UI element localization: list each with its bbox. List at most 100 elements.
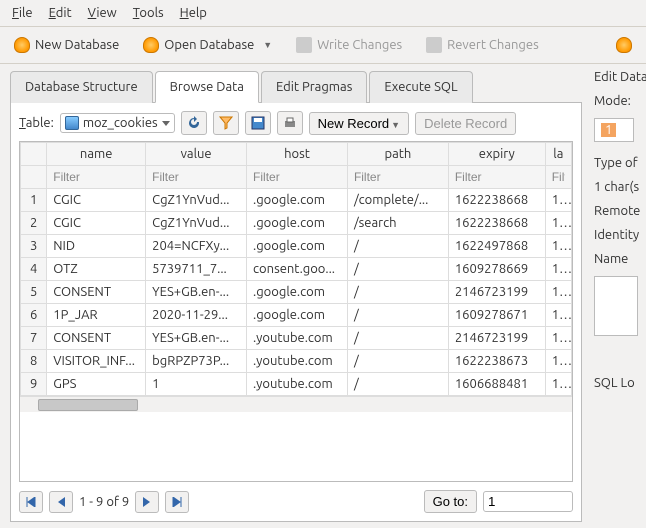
col-expiry[interactable]: expiry (448, 143, 545, 166)
cell-path[interactable]: / (347, 281, 448, 304)
cell-path[interactable]: /complete/... (347, 189, 448, 212)
tab-edit-pragmas[interactable]: Edit Pragmas (261, 71, 367, 103)
cell-path[interactable]: / (347, 258, 448, 281)
cell-value[interactable]: YES+GB.en-... (146, 327, 247, 350)
refresh-button[interactable] (181, 111, 207, 135)
filter-host[interactable] (253, 170, 341, 184)
remote-list[interactable] (594, 276, 638, 336)
menu-tools[interactable]: Tools (125, 2, 172, 24)
edit-cell-box[interactable]: 1 (594, 118, 634, 142)
menu-help[interactable]: Help (172, 2, 215, 24)
write-changes-button[interactable]: Write Changes (290, 33, 408, 57)
cell-la[interactable]: 16 (545, 327, 571, 350)
nav-first-button[interactable] (19, 491, 43, 513)
cell-value[interactable]: 1 (146, 373, 247, 396)
nav-next-button[interactable] (135, 491, 159, 513)
cell-expiry[interactable]: 2146723199 (448, 327, 545, 350)
col-host[interactable]: host (247, 143, 348, 166)
tab-browse-data[interactable]: Browse Data (155, 71, 259, 103)
cell-la[interactable]: 16 (545, 304, 571, 327)
menu-edit[interactable]: Edit (41, 2, 80, 24)
nav-prev-button[interactable] (49, 491, 73, 513)
cell-la[interactable]: 16 (545, 373, 571, 396)
cell-name[interactable]: CONSENT (47, 327, 146, 350)
clear-filters-button[interactable] (213, 111, 239, 135)
cell-host[interactable]: consent.goo... (247, 258, 348, 281)
cell-expiry[interactable]: 1622497868 (448, 235, 545, 258)
cell-host[interactable]: .youtube.com (247, 327, 348, 350)
menu-view[interactable]: View (80, 2, 125, 24)
cell-la[interactable]: 16 (545, 258, 571, 281)
tab-execute-sql[interactable]: Execute SQL (369, 71, 472, 103)
new-database-button[interactable]: New Database (8, 33, 125, 57)
cell-la[interactable]: 16 (545, 189, 571, 212)
cell-host[interactable]: .google.com (247, 235, 348, 258)
cell-path[interactable]: / (347, 235, 448, 258)
cell-value[interactable]: 204=NCFXy... (146, 235, 247, 258)
cell-expiry[interactable]: 1609278671 (448, 304, 545, 327)
cell-host[interactable]: .youtube.com (247, 373, 348, 396)
filter-expiry[interactable] (455, 170, 539, 184)
print-button[interactable] (277, 111, 303, 135)
cell-la[interactable]: 16 (545, 281, 571, 304)
menu-file[interactable]: File (4, 2, 41, 24)
filter-path[interactable] (354, 170, 442, 184)
cell-value[interactable]: bgRPZP73P... (146, 350, 247, 373)
cell-la[interactable]: 16 (545, 235, 571, 258)
table-row[interactable]: 7CONSENTYES+GB.en-....youtube.com/214672… (21, 327, 572, 350)
cell-expiry[interactable]: 1606688481 (448, 373, 545, 396)
table-row[interactable]: 1CGICCgZ1YnVud....google.com/complete/..… (21, 189, 572, 212)
col-la[interactable]: la (545, 143, 571, 166)
table-row[interactable]: 4OTZ5739711_7...consent.goo.../160927866… (21, 258, 572, 281)
cell-value[interactable]: CgZ1YnVud... (146, 212, 247, 235)
table-row[interactable]: 9GPS1.youtube.com/160668848116 (21, 373, 572, 396)
cell-name[interactable]: CGIC (47, 212, 146, 235)
revert-changes-button[interactable]: Revert Changes (420, 33, 545, 57)
horizontal-scrollbar[interactable] (20, 396, 572, 412)
col-path[interactable]: path (347, 143, 448, 166)
cell-host[interactable]: .google.com (247, 281, 348, 304)
tab-database-structure[interactable]: Database Structure (10, 71, 153, 103)
cell-la[interactable]: 16 (545, 212, 571, 235)
table-row[interactable]: 3NID204=NCFXy....google.com/162249786816 (21, 235, 572, 258)
extra-button[interactable] (610, 33, 638, 57)
open-database-button[interactable]: Open Database▼ (137, 33, 278, 57)
cell-host[interactable]: .google.com (247, 304, 348, 327)
delete-record-button[interactable]: Delete Record (415, 112, 516, 135)
cell-expiry[interactable]: 1622238668 (448, 212, 545, 235)
filter-la[interactable] (552, 170, 565, 184)
cell-name[interactable]: OTZ (47, 258, 146, 281)
cell-path[interactable]: / (347, 327, 448, 350)
goto-input[interactable] (483, 491, 573, 512)
cell-name[interactable]: NID (47, 235, 146, 258)
filter-value[interactable] (152, 170, 240, 184)
table-row[interactable]: 8VISITOR_INF...bgRPZP73P....youtube.com/… (21, 350, 572, 373)
table-row[interactable]: 61P_JAR2020-11-29....google.com/16092786… (21, 304, 572, 327)
cell-host[interactable]: .google.com (247, 212, 348, 235)
table-row[interactable]: 5CONSENTYES+GB.en-....google.com/2146723… (21, 281, 572, 304)
cell-la[interactable]: 16 (545, 350, 571, 373)
cell-name[interactable]: CGIC (47, 189, 146, 212)
cell-value[interactable]: 2020-11-29... (146, 304, 247, 327)
goto-button[interactable]: Go to: (424, 490, 477, 513)
cell-name[interactable]: 1P_JAR (47, 304, 146, 327)
nav-last-button[interactable] (165, 491, 189, 513)
cell-path[interactable]: /search (347, 212, 448, 235)
cell-value[interactable]: 5739711_7... (146, 258, 247, 281)
col-name[interactable]: name (47, 143, 146, 166)
cell-expiry[interactable]: 1609278669 (448, 258, 545, 281)
cell-value[interactable]: CgZ1YnVud... (146, 189, 247, 212)
table-row[interactable]: 2CGICCgZ1YnVud....google.com/search16222… (21, 212, 572, 235)
filter-name[interactable] (53, 170, 139, 184)
save-button[interactable] (245, 111, 271, 135)
cell-expiry[interactable]: 1622238673 (448, 350, 545, 373)
col-value[interactable]: value (146, 143, 247, 166)
cell-name[interactable]: VISITOR_INF... (47, 350, 146, 373)
cell-host[interactable]: .youtube.com (247, 350, 348, 373)
cell-path[interactable]: / (347, 350, 448, 373)
cell-expiry[interactable]: 2146723199 (448, 281, 545, 304)
cell-value[interactable]: YES+GB.en-... (146, 281, 247, 304)
cell-path[interactable]: / (347, 304, 448, 327)
cell-host[interactable]: .google.com (247, 189, 348, 212)
new-record-button[interactable]: New Record▼ (309, 112, 409, 135)
